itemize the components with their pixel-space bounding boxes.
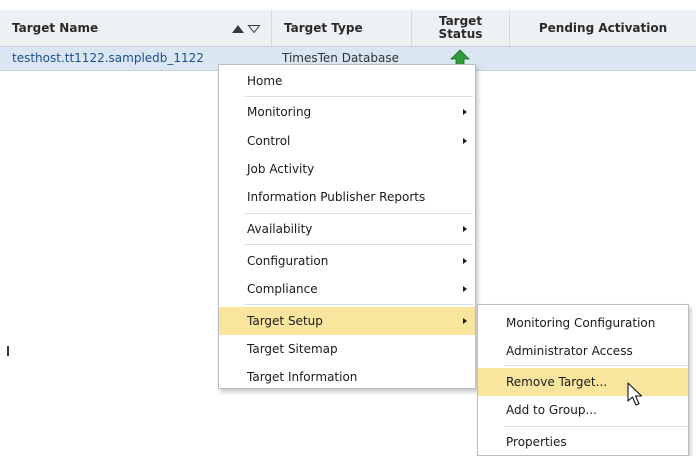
menu-item-label: Remove Target... bbox=[506, 375, 608, 389]
submenu-arrow-icon bbox=[463, 258, 467, 264]
menu-item-target-information[interactable]: Target Information bbox=[219, 363, 475, 391]
submenu-item-administrator-access[interactable]: Administrator Access bbox=[478, 337, 688, 365]
column-header-label: Target Name bbox=[12, 21, 99, 35]
sort-descending-icon[interactable] bbox=[247, 23, 261, 34]
column-header-label-line: Target bbox=[438, 14, 483, 28]
context-menu: Home Monitoring Control Job Activity Inf… bbox=[218, 64, 476, 389]
submenu-item-add-to-group[interactable]: Add to Group... bbox=[478, 396, 688, 424]
submenu-item-properties[interactable]: Properties bbox=[478, 428, 688, 456]
menu-item-label: Add to Group... bbox=[506, 403, 597, 417]
menu-item-control[interactable]: Control bbox=[219, 127, 475, 155]
menu-item-label: Target Setup bbox=[247, 314, 323, 328]
page: Target Name Target Type Target Status Pe… bbox=[0, 0, 696, 456]
menu-item-target-setup[interactable]: Target Setup bbox=[219, 307, 475, 335]
submenu-item-monitoring-configuration[interactable]: Monitoring Configuration bbox=[478, 309, 688, 337]
column-header-target-status[interactable]: Target Status bbox=[412, 10, 510, 46]
menu-item-label: Compliance bbox=[247, 282, 318, 296]
column-header-label: Target Type bbox=[284, 21, 363, 35]
mouse-pointer-icon bbox=[627, 382, 645, 408]
column-header-pending-activation[interactable]: Pending Activation bbox=[510, 10, 696, 46]
submenu-item-remove-target[interactable]: Remove Target... bbox=[478, 368, 688, 396]
menu-item-home[interactable]: Home bbox=[219, 67, 475, 95]
menu-item-label: Administrator Access bbox=[506, 344, 633, 358]
column-header-label: Pending Activation bbox=[538, 21, 668, 35]
submenu-arrow-icon bbox=[463, 318, 467, 324]
column-header-target-type[interactable]: Target Type bbox=[272, 10, 412, 46]
target-setup-submenu: Monitoring Configuration Administrator A… bbox=[477, 304, 689, 456]
menu-divider bbox=[245, 96, 473, 97]
menu-item-label: Control bbox=[247, 134, 291, 148]
menu-item-label: Home bbox=[247, 74, 283, 88]
submenu-arrow-icon bbox=[463, 109, 467, 115]
menu-item-label: Monitoring bbox=[247, 105, 312, 119]
menu-divider bbox=[504, 426, 688, 427]
menu-item-label: Properties bbox=[506, 435, 567, 449]
menu-item-label: Information Publisher Reports bbox=[247, 190, 426, 204]
menu-item-label: Availability bbox=[247, 222, 313, 236]
sort-controls bbox=[231, 23, 265, 34]
menu-item-target-sitemap[interactable]: Target Sitemap bbox=[219, 335, 475, 363]
menu-item-availability[interactable]: Availability bbox=[219, 215, 475, 243]
menu-item-monitoring[interactable]: Monitoring bbox=[219, 98, 475, 126]
submenu-arrow-icon bbox=[463, 286, 467, 292]
menu-item-configuration[interactable]: Configuration bbox=[219, 247, 475, 275]
table-header: Target Name Target Type Target Status Pe… bbox=[0, 10, 696, 47]
menu-item-label: Monitoring Configuration bbox=[506, 316, 656, 330]
menu-item-label: Job Activity bbox=[247, 162, 315, 176]
menu-item-label: Target Sitemap bbox=[247, 342, 338, 356]
column-header-label-line: Status bbox=[438, 27, 483, 41]
scroll-marker bbox=[7, 346, 9, 356]
menu-divider bbox=[245, 244, 473, 245]
menu-item-job-activity[interactable]: Job Activity bbox=[219, 155, 475, 183]
menu-item-label: Configuration bbox=[247, 254, 329, 268]
menu-item-information-publisher-reports[interactable]: Information Publisher Reports bbox=[219, 183, 475, 211]
submenu-arrow-icon bbox=[463, 138, 467, 144]
sort-ascending-icon[interactable] bbox=[231, 23, 245, 33]
menu-divider bbox=[245, 213, 473, 214]
menu-item-compliance[interactable]: Compliance bbox=[219, 275, 475, 303]
column-header-label: Target Status bbox=[439, 15, 483, 41]
menu-divider bbox=[504, 365, 688, 366]
menu-divider bbox=[245, 304, 473, 305]
submenu-arrow-icon bbox=[463, 226, 467, 232]
menu-item-label: Target Information bbox=[247, 370, 358, 384]
